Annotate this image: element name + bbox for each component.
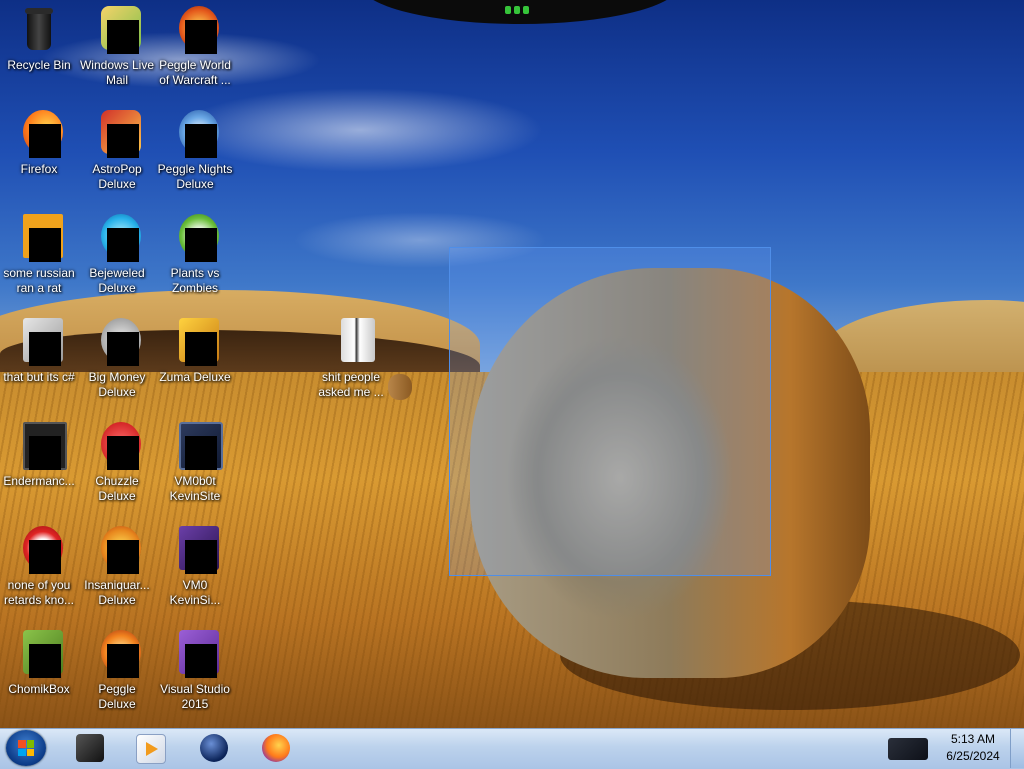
desktop-icon-bejeweled[interactable]: Bejeweled Deluxe: [78, 214, 156, 296]
desktop-icon-peggle-wow[interactable]: Peggle World of Warcraft ...: [156, 6, 234, 88]
game-icon: [93, 422, 141, 470]
desktop-icon-visual-studio[interactable]: Visual Studio 2015: [156, 630, 234, 712]
app-icon: [15, 630, 63, 678]
peggle-icon: [171, 6, 219, 54]
taskbar-pinned-computer[interactable]: [64, 731, 112, 765]
desktop-icon-windows-live-mail[interactable]: Windows Live Mail: [78, 6, 156, 88]
desktop-icon-label: Plants vs Zombies: [170, 266, 220, 295]
app-icon: [15, 214, 63, 262]
desktop-icon-astropop[interactable]: AstroPop Deluxe: [78, 110, 156, 192]
start-button[interactable]: [6, 730, 46, 766]
file-icon: [15, 318, 63, 366]
desktop-icon-peggle-deluxe[interactable]: Peggle Deluxe: [78, 630, 156, 712]
computer-icon: [76, 734, 104, 762]
app-icon: [15, 526, 63, 574]
visual-studio-icon: [171, 630, 219, 678]
desktop-icon-label: Peggle Deluxe: [98, 682, 136, 711]
desktop-icon-russian-rat[interactable]: some russian ran a rat: [0, 214, 78, 296]
clock-time: 5:13 AM: [950, 732, 996, 746]
desktop-icon-label: Big Money Deluxe: [88, 370, 146, 399]
system-tray[interactable]: [882, 730, 934, 766]
desktop-icon-label: Bejeweled Deluxe: [89, 266, 145, 295]
desktop-icon-label: Chuzzle Deluxe: [95, 474, 139, 503]
desktop-icon-label: that but its c#: [3, 370, 75, 384]
app-icon: [171, 526, 219, 574]
desktop-icon-label: Peggle World of Warcraft ...: [159, 58, 231, 87]
folder-icon: [327, 318, 375, 366]
taskbar-pinned-globe-app[interactable]: [188, 731, 236, 765]
desktop-icon-insaniquarium[interactable]: Insaniquar... Deluxe: [78, 526, 156, 608]
show-desktop-button[interactable]: [1010, 729, 1024, 768]
desktop-icon-that-but-csharp[interactable]: that but its c#: [0, 318, 78, 385]
desktop-icon-endermanc[interactable]: Endermanc...: [0, 422, 78, 489]
desktop-icon-label: Insaniquar... Deluxe: [84, 578, 150, 607]
desktop-icon-label: some russian ran a rat: [3, 266, 75, 295]
desktop-icon-zuma[interactable]: Zuma Deluxe: [156, 318, 234, 385]
desktop-icon-vm0b0t-kevinsite[interactable]: VM0b0t KevinSite: [156, 422, 234, 504]
desktop-icon-shit-people-asked[interactable]: shit people asked me ...: [312, 318, 390, 400]
globe-icon: [200, 734, 228, 762]
mail-icon: [93, 6, 141, 54]
drag-selection-rectangle: [449, 247, 771, 576]
desktop-icon-vm0-kevinsite[interactable]: VM0 KevinSi...: [156, 526, 234, 608]
desktop-icon-label: Firefox: [20, 162, 58, 176]
taskbar-pinned-media-player[interactable]: [124, 731, 172, 765]
desktop-icon-none-of-you[interactable]: none of you retards kno...: [0, 526, 78, 608]
game-icon: [171, 318, 219, 366]
desktop-icon-label: VM0 KevinSi...: [169, 578, 221, 607]
game-icon: [93, 110, 141, 158]
gem-icon: [93, 214, 141, 262]
clock-date: 6/25/2024: [946, 749, 1000, 763]
media-player-icon: [136, 734, 166, 764]
desktop-icon-label: AstroPop Deluxe: [92, 162, 142, 191]
desktop-icon-firefox[interactable]: Firefox: [0, 110, 78, 177]
desktop-icon-big-money[interactable]: Big Money Deluxe: [78, 318, 156, 400]
desktop-icon-label: Peggle Nights Deluxe: [157, 162, 233, 191]
firefox-icon: [15, 110, 63, 158]
desktop-icon-label: Visual Studio 2015: [160, 682, 230, 711]
windows-logo-icon: [18, 740, 34, 756]
game-icon: [93, 318, 141, 366]
desktop-icon-label: Zuma Deluxe: [159, 370, 231, 384]
desktop-icon-plants-vs-zombies[interactable]: Plants vs Zombies: [156, 214, 234, 296]
peggle-icon: [93, 630, 141, 678]
desktop-icon-label: Endermanc...: [3, 474, 75, 488]
desktop-icon-label: shit people asked me ...: [318, 370, 384, 399]
monitor-icon: [171, 422, 223, 470]
peggle-icon: [171, 110, 219, 158]
desktop-icon-chomikbox[interactable]: ChomikBox: [0, 630, 78, 697]
firefox-icon: [262, 734, 290, 762]
fish-icon: [93, 526, 141, 574]
desktop-icon-recycle-bin[interactable]: Recycle Bin: [0, 6, 78, 73]
desktop-icon-label: ChomikBox: [8, 682, 70, 696]
desktop-icon-chuzzle[interactable]: Chuzzle Deluxe: [78, 422, 156, 504]
desktop-icon-label: VM0b0t KevinSite: [169, 474, 221, 503]
taskbar-pinned-firefox[interactable]: [250, 731, 298, 765]
desktop-icon-label: Recycle Bin: [7, 58, 71, 72]
plant-icon: [171, 214, 219, 262]
taskbar-clock[interactable]: 5:13 AM 6/25/2024: [938, 731, 1008, 767]
indicator-icon: [500, 6, 534, 14]
network-icon[interactable]: [888, 738, 928, 760]
app-icon: [15, 422, 67, 470]
desktop-icon-peggle-nights[interactable]: Peggle Nights Deluxe: [156, 110, 234, 192]
recycle-bin-icon: [15, 6, 63, 54]
wallpaper-small-bale: [388, 374, 412, 400]
desktop-icon-label: none of you retards kno...: [3, 578, 75, 607]
desktop-icon-label: Windows Live Mail: [79, 58, 155, 87]
